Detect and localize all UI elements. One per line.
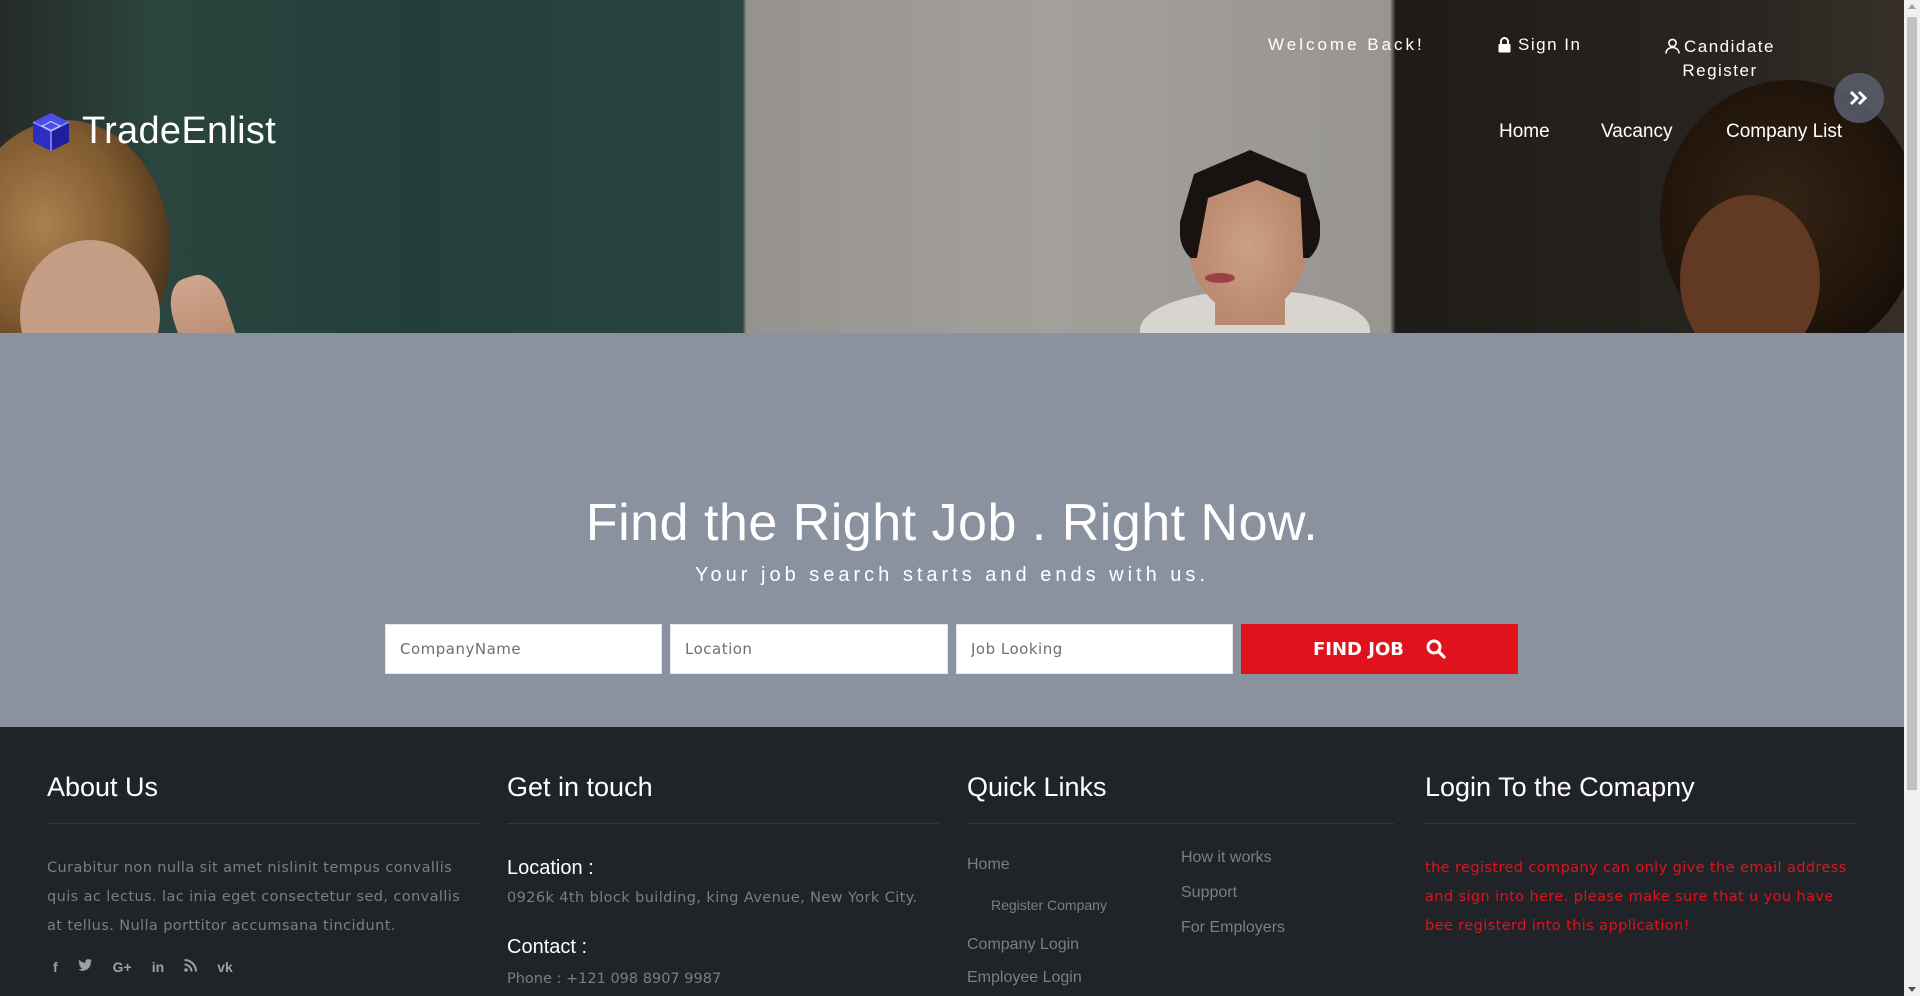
quick-link-how-it-works[interactable]: How it works [1181, 849, 1272, 867]
location-value: 0926k 4th block building, king Avenue, N… [507, 890, 918, 906]
footer-quick-links: Quick Links Home Register Company Compan… [967, 772, 1394, 994]
twitter-icon[interactable] [77, 959, 93, 975]
quick-link-for-employers[interactable]: For Employers [1181, 919, 1285, 937]
quick-link-company-login[interactable]: Company Login [967, 936, 1079, 954]
find-job-label: FIND JOB [1313, 638, 1404, 660]
brand-link[interactable]: TradeEnlist [30, 110, 276, 153]
footer-login: Login To the Comapny the registred compa… [1425, 772, 1857, 941]
candidate-register-link[interactable]: Candidate Register [1650, 35, 1790, 83]
phone-value: Phone : +121 098 8907 9987 [507, 971, 722, 987]
quick-link-register-company[interactable]: Register Company [991, 897, 1107, 913]
page-scrollbar[interactable] [1904, 0, 1920, 996]
sign-in-label: Sign In [1518, 35, 1582, 54]
linkedin-icon[interactable]: in [152, 959, 164, 975]
lock-icon [1498, 37, 1511, 53]
divider [507, 823, 939, 824]
footer-about: About Us Curabitur non nulla sit amet ni… [47, 772, 479, 975]
facebook-icon[interactable]: f [53, 959, 58, 975]
quick-link-support[interactable]: Support [1181, 884, 1237, 902]
cube-logo-icon [32, 112, 70, 151]
welcome-text: Welcome Back! [1268, 35, 1425, 54]
sign-in-link[interactable]: Sign In [1498, 35, 1581, 55]
candidate-register-line1: Candidate [1683, 37, 1775, 56]
user-icon [1665, 38, 1680, 54]
quick-link-employee-login[interactable]: Employee Login [967, 969, 1082, 987]
search-subtitle: Your job search starts and ends with us. [695, 564, 1209, 586]
quick-links-title: Quick Links [967, 772, 1107, 802]
search-icon [1426, 639, 1446, 659]
social-links: f G+ in vk [53, 959, 479, 975]
divider [1425, 823, 1857, 824]
nav-home[interactable]: Home [1499, 121, 1550, 143]
nav-vacancy[interactable]: Vacancy [1601, 121, 1672, 143]
divider [967, 823, 1394, 824]
google-plus-icon[interactable]: G+ [113, 959, 132, 975]
divider [47, 823, 479, 824]
scroll-up-arrow-icon[interactable] [1908, 4, 1916, 9]
double-chevron-right-icon [1849, 90, 1868, 106]
job-looking-input[interactable] [956, 624, 1233, 674]
nav-company-list[interactable]: Company List [1726, 121, 1842, 143]
candidate-register-line2: Register [1682, 61, 1758, 80]
rss-icon[interactable] [184, 959, 198, 975]
brand-name: TradeEnlist [82, 110, 277, 152]
contact-title: Get in touch [507, 772, 653, 802]
vk-icon[interactable]: vk [217, 959, 233, 975]
about-text: Curabitur non nulla sit amet nislinit te… [47, 860, 461, 934]
quick-links-list: Home Register Company Company Login Empl… [967, 849, 1394, 994]
login-title: Login To the Comapny [1425, 772, 1695, 802]
page: TradeEnlist Welcome Back! Sign In Candid… [0, 0, 1920, 996]
footer-contact: Get in touch Location : 0926k 4th block … [507, 772, 939, 987]
company-name-input[interactable] [385, 624, 662, 674]
find-job-button[interactable]: FIND JOB [1241, 624, 1518, 674]
job-search-section: Find the Right Job . Right Now. Your job… [0, 333, 1904, 727]
footer: About Us Curabitur non nulla sit amet ni… [0, 727, 1904, 996]
scrollbar-thumb[interactable] [1907, 17, 1917, 790]
hero-overlay [0, 0, 1904, 333]
contact-label: Contact : [507, 936, 588, 958]
about-title: About Us [47, 772, 159, 802]
sidebar-toggle-button[interactable] [1834, 73, 1884, 123]
login-text: the registred company can only give the … [1425, 860, 1847, 934]
scroll-down-arrow-icon[interactable] [1908, 987, 1916, 992]
location-label: Location : [507, 857, 594, 879]
quick-link-home[interactable]: Home [967, 856, 1010, 874]
location-input[interactable] [670, 624, 948, 674]
search-title: Find the Right Job . Right Now. [585, 494, 1319, 552]
hero-banner: TradeEnlist Welcome Back! Sign In Candid… [0, 0, 1904, 333]
